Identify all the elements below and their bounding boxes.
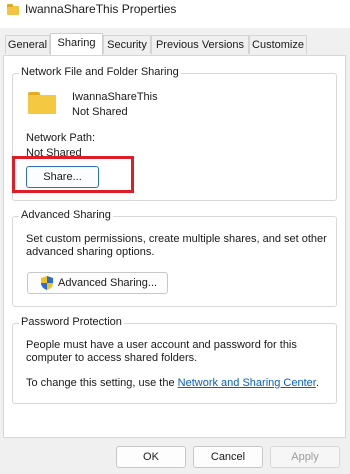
password-protection-line1: People must have a user account and pass…: [26, 339, 297, 351]
network-path-label: Network Path:: [26, 132, 96, 144]
folder-share-status: Not Shared: [72, 106, 128, 118]
advanced-sharing-button-label: Advanced Sharing...: [58, 277, 158, 289]
apply-button[interactable]: Apply: [270, 446, 340, 468]
tab-security[interactable]: Security: [103, 35, 151, 54]
advanced-sharing-description-line1: Set custom permissions, create multiple …: [26, 233, 327, 245]
shield-icon: [41, 276, 53, 290]
cancel-button[interactable]: Cancel: [193, 446, 263, 468]
advanced-sharing-group-title: Advanced Sharing: [19, 209, 113, 221]
title-bar: IwannaShareThis Properties: [0, 0, 350, 28]
ok-button[interactable]: OK: [116, 446, 186, 468]
change-setting-text: To change this setting, use the Network …: [26, 377, 319, 390]
share-button[interactable]: Share...: [26, 166, 99, 188]
folder-icon: [7, 4, 19, 15]
window-title: IwannaShareThis Properties: [25, 2, 177, 16]
tab-customize[interactable]: Customize: [249, 35, 307, 54]
tab-previous-versions[interactable]: Previous Versions: [151, 35, 249, 54]
shared-folder-icon: [28, 92, 56, 114]
folder-name: IwannaShareThis: [72, 91, 158, 103]
password-protection-line2: computer to access shared folders.: [26, 352, 198, 364]
tab-general[interactable]: General: [5, 35, 50, 54]
network-and-sharing-center-link[interactable]: Network and Sharing Center: [178, 377, 316, 389]
change-setting-prefix: To change this setting, use the: [26, 377, 178, 389]
advanced-sharing-description-line2: advanced sharing options.: [26, 246, 155, 258]
tab-sharing[interactable]: Sharing: [50, 33, 103, 55]
password-protection-group-title: Password Protection: [19, 316, 124, 328]
network-sharing-group-title: Network File and Folder Sharing: [19, 66, 181, 78]
change-setting-suffix: .: [315, 377, 319, 389]
advanced-sharing-button[interactable]: Advanced Sharing...: [27, 272, 168, 294]
